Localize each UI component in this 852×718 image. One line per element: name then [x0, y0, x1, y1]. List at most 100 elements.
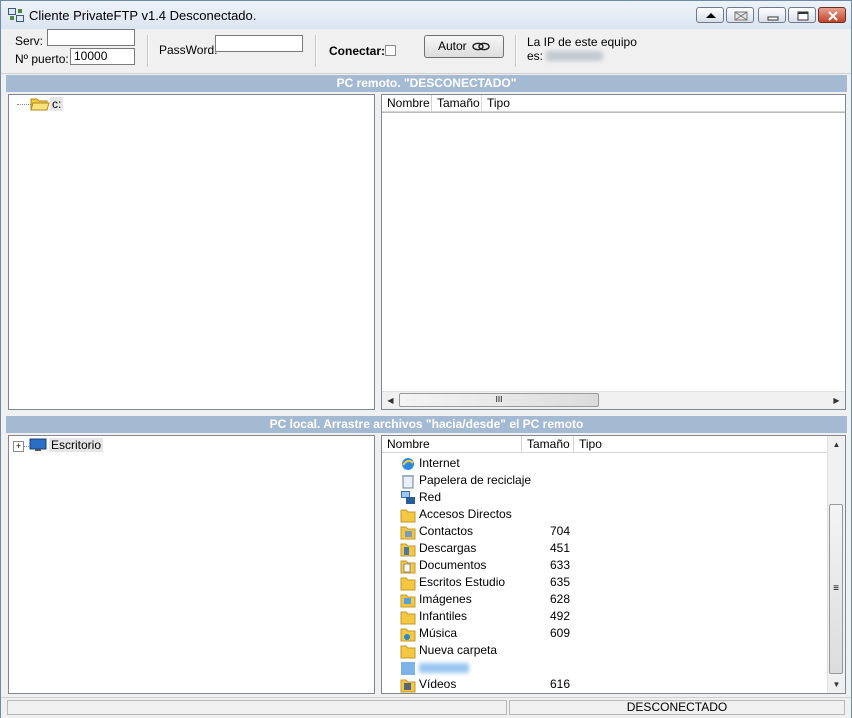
recycle-bin-icon — [402, 475, 414, 489]
file-name: Documentos — [419, 558, 487, 572]
local-tree-view[interactable]: + Escritorio — [8, 435, 375, 694]
folder-icon — [400, 509, 416, 523]
file-row[interactable]: Papelera de reciclaje — [400, 472, 830, 489]
status-bar: DESCONECTADO — [1, 697, 851, 718]
scroll-right-arrow[interactable]: ▶ — [828, 392, 845, 409]
header-divider — [382, 112, 845, 113]
server-input[interactable] — [47, 29, 135, 46]
file-name: Nueva carpeta — [419, 643, 498, 657]
password-label: PassWord: — [159, 43, 218, 57]
folder-open-icon — [30, 98, 50, 111]
column-header-type[interactable]: Tipo — [482, 95, 845, 112]
remote-pc-header: PC remoto. "DESCONECTADO" — [6, 75, 847, 92]
close-button[interactable] — [818, 7, 846, 23]
window-title: Cliente PrivateFTP v1.4 Desconectado. — [29, 8, 257, 23]
file-name: Infantiles — [419, 609, 468, 623]
title-bar[interactable]: Cliente PrivateFTP v1.4 Desconectado. — [1, 1, 851, 30]
tree-connector — [17, 104, 31, 105]
user-folder-icon — [401, 662, 415, 675]
server-label: Serv: — [15, 34, 44, 48]
ip-address-redacted — [546, 51, 603, 61]
column-header-type[interactable]: Tipo — [574, 436, 828, 453]
column-header-size[interactable]: Tamaño — [522, 436, 574, 453]
file-name: Imágenes — [419, 592, 472, 606]
file-row[interactable]: Imágenes 628 — [400, 591, 830, 608]
file-row[interactable]: Música 609 — [400, 625, 830, 642]
documents-folder-icon — [400, 560, 416, 574]
remote-horizontal-scrollbar[interactable]: ◀ III ▶ — [382, 391, 845, 409]
file-name: Escritos Estudio — [419, 575, 506, 589]
scroll-left-arrow[interactable]: ◀ — [382, 392, 399, 409]
connection-toolbar: Serv: Nº puerto: 10000 PassWord: Conecta… — [1, 29, 851, 74]
file-name: Vídeos — [419, 677, 457, 691]
file-name: Red — [419, 490, 442, 504]
file-size: 609 — [550, 626, 571, 640]
file-size: 628 — [550, 592, 571, 606]
pictures-folder-icon — [400, 594, 416, 608]
scroll-up-arrow[interactable]: ▲ — [828, 436, 845, 453]
file-row[interactable]: Escritos Estudio 635 — [400, 574, 830, 591]
toolbar-divider — [515, 35, 517, 67]
minimize-button[interactable] — [758, 7, 786, 23]
column-header-name[interactable]: Nombre — [382, 95, 432, 112]
remote-tree-view[interactable]: c: — [8, 94, 375, 410]
local-file-list[interactable]: Nombre Tamaño Tipo Internet Papelera de r… — [381, 435, 846, 694]
network-icon — [401, 491, 415, 504]
folder-icon — [400, 611, 416, 625]
desktop-icon — [29, 438, 47, 451]
file-row[interactable]: Nueva carpeta — [400, 642, 830, 659]
file-name: Descargas — [419, 541, 477, 555]
file-size: 492 — [550, 609, 571, 623]
maximize-button[interactable] — [788, 7, 816, 23]
file-size: 704 — [550, 524, 571, 538]
file-row[interactable]: Internet — [400, 455, 830, 472]
pin-button[interactable] — [726, 7, 754, 23]
close-icon — [828, 11, 838, 21]
folder-icon — [400, 577, 416, 591]
file-size: 635 — [550, 575, 571, 589]
file-name: Accesos Directos — [419, 507, 512, 521]
file-row[interactable]: Descargas 451 — [400, 540, 830, 557]
file-row[interactable] — [400, 659, 830, 676]
file-name: Papelera de reciclaje — [419, 473, 532, 487]
folder-icon — [400, 645, 416, 659]
remote-file-list[interactable]: Nombre Tamaño Tipo ◀ III ▶ — [381, 94, 846, 410]
port-input[interactable]: 10000 — [70, 48, 135, 65]
tree-item-escritorio[interactable]: Escritorio — [49, 438, 104, 452]
file-name: Internet — [419, 456, 460, 470]
scrollbar-thumb[interactable]: ≡ — [829, 504, 843, 674]
redacted-user-name — [419, 663, 469, 673]
autor-button-label: Autor — [437, 39, 467, 53]
file-size: 616 — [550, 677, 571, 691]
toolbar-divider — [315, 35, 317, 67]
tree-expand-toggle[interactable]: + — [13, 441, 24, 452]
tree-item-c-drive[interactable]: c: — [50, 97, 64, 111]
local-vertical-scrollbar[interactable]: ▲ ≡ ▼ — [827, 436, 845, 693]
file-row[interactable]: Infantiles 492 — [400, 608, 830, 625]
contacts-folder-icon — [400, 526, 416, 540]
scroll-up-title-button[interactable] — [696, 7, 724, 23]
scroll-down-arrow[interactable]: ▼ — [828, 676, 845, 693]
toolbar-divider — [147, 35, 149, 67]
status-left — [7, 700, 507, 715]
port-label: Nº puerto: — [15, 52, 69, 66]
ftp-app-icon — [8, 8, 24, 22]
file-row[interactable]: Accesos Directos — [400, 506, 830, 523]
autor-button[interactable]: Autor — [424, 35, 504, 58]
file-row[interactable]: Red — [400, 489, 830, 506]
connect-checkbox[interactable] — [385, 45, 396, 56]
videos-folder-icon — [400, 679, 416, 693]
ip-label: La IP de este equipo — [527, 35, 637, 49]
ip-label-es: es: — [527, 49, 544, 63]
column-header-size[interactable]: Tamaño — [432, 95, 482, 112]
password-input[interactable] — [215, 35, 303, 52]
file-row[interactable]: Documentos 633 — [400, 557, 830, 574]
file-size: 451 — [550, 541, 571, 555]
connect-label: Conectar: — [329, 44, 386, 58]
local-pc-header: PC local. Arrastre archivos "hacia/desde… — [6, 416, 847, 433]
music-folder-icon — [400, 628, 416, 642]
file-row[interactable]: Contactos 704 — [400, 523, 830, 540]
scrollbar-thumb[interactable]: III — [399, 393, 599, 407]
file-row[interactable]: Vídeos 616 — [400, 676, 830, 693]
column-header-name[interactable]: Nombre — [382, 436, 522, 453]
